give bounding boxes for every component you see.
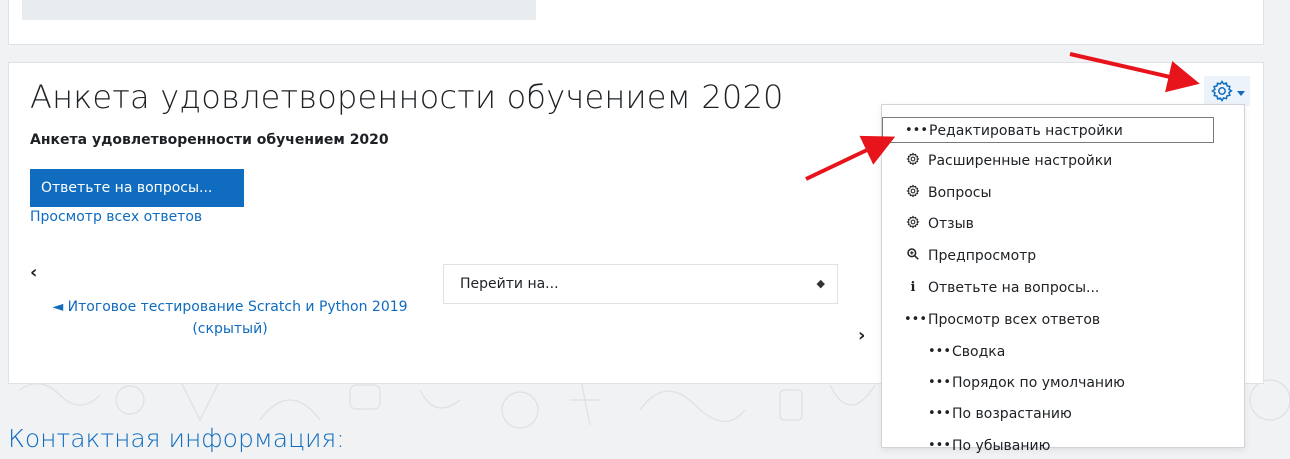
menu-item-descending[interactable]: •••По убыванию	[882, 433, 1050, 459]
menu-item-summary[interactable]: •••Сводка	[882, 339, 1005, 365]
info-icon: i	[910, 280, 916, 295]
gear-icon	[1210, 80, 1233, 102]
jump-to-select[interactable]: Перейти на... ◆	[443, 264, 838, 304]
menu-item-respond[interactable]: i Ответьте на вопросы...	[882, 275, 1100, 301]
gear-icon	[904, 180, 922, 206]
dots-icon: •••	[928, 375, 952, 390]
menu-item-feedback[interactable]: Отзыв	[882, 211, 974, 237]
menu-item-view-all-responses[interactable]: •••Просмотр всех ответов	[882, 307, 1100, 333]
breadcrumb	[22, 0, 536, 20]
settings-menu-button[interactable]	[1204, 76, 1250, 106]
menu-item-advanced-settings[interactable]: Расширенные настройки	[882, 148, 1112, 174]
chevron-down-icon	[1236, 90, 1245, 96]
menu-item-ascending[interactable]: •••По возрастанию	[882, 401, 1072, 427]
prev-activity-arrow[interactable]: ‹	[30, 262, 37, 283]
menu-item-default-order[interactable]: •••Порядок по умолчанию	[882, 370, 1125, 396]
menu-item-preview[interactable]: Предпросмотр	[882, 243, 1036, 269]
activity-name: Анкета удовлетворенности обучением 2020	[30, 132, 389, 148]
view-all-responses-link[interactable]: Просмотр всех ответов	[30, 209, 202, 225]
menu-item-questions[interactable]: Вопросы	[882, 180, 992, 206]
select-updown-icon: ◆	[816, 277, 825, 290]
dots-icon: •••	[928, 406, 952, 421]
zoom-icon	[904, 243, 922, 269]
jump-to-label: Перейти на...	[460, 276, 559, 292]
menu-item-edit-settings[interactable]: •••Редактировать настройки	[882, 117, 1214, 143]
dots-icon: •••	[905, 123, 929, 138]
next-activity-arrow[interactable]: ›	[858, 325, 865, 346]
dots-icon: •••	[928, 344, 952, 359]
contact-info-heading: Контактная информация:	[8, 424, 345, 453]
dots-icon: •••	[928, 438, 952, 453]
respond-button[interactable]: Ответьте на вопросы...	[30, 169, 244, 207]
gear-icon	[904, 148, 922, 174]
dots-icon: •••	[904, 312, 928, 327]
settings-dropdown-menu: •••Редактировать настройки Расширенные н…	[881, 104, 1245, 454]
gear-icon	[904, 211, 922, 237]
page-title: Анкета удовлетворенности обучением 2020	[30, 78, 784, 116]
prev-activity-link[interactable]: ◄ Итоговое тестирование Scratch и Python…	[40, 296, 420, 340]
